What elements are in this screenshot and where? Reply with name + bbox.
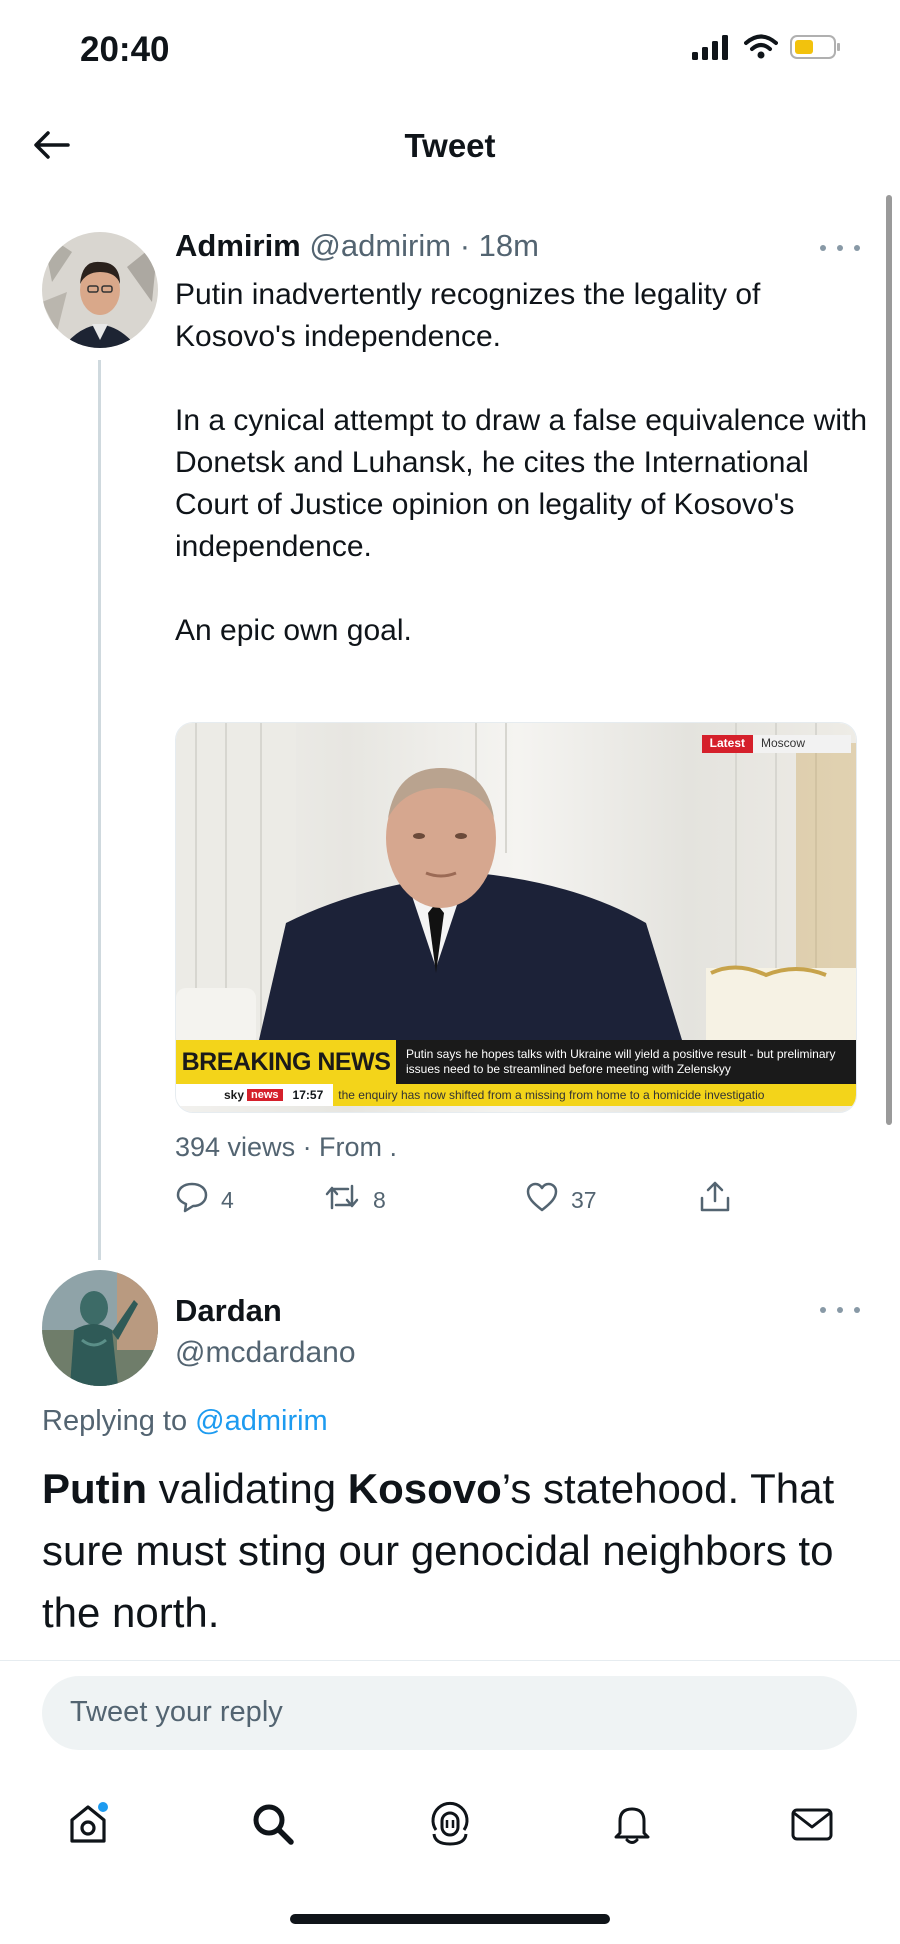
reply-author-handle[interactable]: @mcdardano — [175, 1336, 356, 1370]
breaking-news-text: Putin says he hopes talks with Ukraine w… — [396, 1040, 856, 1084]
tweet-media-image[interactable]: Latest Moscow BREAKING NEWS Putin says h… — [175, 722, 857, 1113]
retweet-icon — [323, 1180, 361, 1220]
more-icon — [820, 245, 826, 251]
avatar-admirim[interactable] — [42, 232, 158, 348]
channel-sky: sky — [224, 1088, 245, 1102]
avatar-dardan[interactable] — [42, 1270, 158, 1386]
tab-home[interactable] — [58, 1796, 118, 1856]
replying-prefix: Replying to — [42, 1405, 188, 1437]
tweet-actions: 4 8 37 — [175, 1180, 755, 1224]
battery-icon — [790, 34, 842, 65]
tweet-paragraph: Putin inadvertently recognizes the legal… — [175, 278, 761, 353]
location-label: Moscow — [753, 735, 851, 753]
retweet-count: 8 — [373, 1186, 386, 1213]
ticker-text: the enquiry has now shifted from a missi… — [333, 1084, 856, 1106]
spaces-icon — [426, 1800, 474, 1853]
retweet-button[interactable]: 8 — [323, 1180, 386, 1220]
status-bar: 20:40 — [0, 0, 900, 100]
more-icon — [820, 1307, 826, 1313]
reply-text-bold: Putin — [42, 1465, 147, 1512]
tweet-time: 18m — [478, 228, 539, 263]
tweet-paragraph: An epic own goal. — [175, 614, 412, 647]
share-button[interactable] — [698, 1180, 732, 1220]
header: Tweet — [0, 105, 900, 185]
reply-author-name[interactable]: Dardan — [175, 1293, 282, 1329]
reply-input[interactable]: Tweet your reply — [42, 1676, 857, 1750]
latest-tag: Latest Moscow — [701, 735, 851, 753]
breaking-news-banner: BREAKING NEWS Putin says he hopes talks … — [176, 1040, 856, 1084]
wifi-icon — [744, 34, 778, 65]
reply-count: 4 — [221, 1186, 234, 1213]
more-button[interactable] — [820, 238, 860, 258]
tweet-paragraph: In a cynical attempt to draw a false equ… — [175, 404, 868, 563]
tab-search[interactable] — [243, 1796, 303, 1856]
more-icon-dot — [837, 1307, 843, 1313]
reply-text-part: validating — [146, 1465, 348, 1512]
divider — [0, 1660, 900, 1661]
share-icon — [698, 1180, 732, 1220]
tab-messages[interactable] — [782, 1796, 842, 1856]
author-name[interactable]: Admirim — [175, 228, 301, 263]
like-button[interactable]: 37 — [525, 1180, 597, 1220]
reply-more-button[interactable] — [820, 1300, 860, 1320]
replying-handle-link[interactable]: @admirim — [195, 1405, 328, 1437]
bottom-tab-bar — [0, 1780, 900, 1870]
tab-spaces[interactable] — [420, 1796, 480, 1856]
scrollbar[interactable] — [886, 195, 892, 1125]
status-icons — [692, 34, 842, 65]
news-ticker: sky news 17:57 the enquiry has now shift… — [176, 1084, 856, 1106]
reply-text-bold: Kosovo — [347, 1465, 502, 1512]
reply-button[interactable]: 4 — [175, 1180, 234, 1220]
status-time: 20:40 — [80, 30, 170, 69]
messages-icon — [788, 1800, 836, 1853]
more-icon-dot — [854, 1307, 860, 1313]
home-indicator[interactable] — [290, 1914, 610, 1924]
channel-news: news — [247, 1089, 283, 1101]
separator: · — [459, 228, 471, 263]
replying-to: Replying to @admirim — [42, 1405, 328, 1438]
tweet-text: Putin inadvertently recognizes the legal… — [175, 274, 875, 652]
like-icon — [525, 1180, 559, 1220]
reply-text: Putin validating Kosovo’s statehood. Tha… — [42, 1458, 862, 1644]
breaking-news-label: BREAKING NEWS — [176, 1040, 396, 1084]
latest-label: Latest — [701, 735, 753, 753]
notifications-icon — [608, 1800, 656, 1853]
more-icon-dot — [837, 245, 843, 251]
reply-icon — [175, 1180, 209, 1220]
tweet-header: Admirim @admirim · 18m — [175, 228, 539, 264]
signal-icon — [692, 34, 732, 65]
author-handle[interactable]: @admirim — [309, 228, 451, 263]
views-count[interactable]: 394 views · From . — [175, 1132, 397, 1163]
home-notification-dot — [98, 1802, 108, 1812]
thread-line — [98, 360, 101, 1260]
tab-notifications[interactable] — [602, 1796, 662, 1856]
more-icon-dot — [854, 245, 860, 251]
like-count: 37 — [571, 1186, 597, 1213]
reply-input-placeholder: Tweet your reply — [70, 1696, 283, 1728]
search-icon — [249, 1800, 297, 1853]
page-title: Tweet — [404, 127, 496, 164]
ticker-time: 17:57 — [292, 1088, 324, 1102]
